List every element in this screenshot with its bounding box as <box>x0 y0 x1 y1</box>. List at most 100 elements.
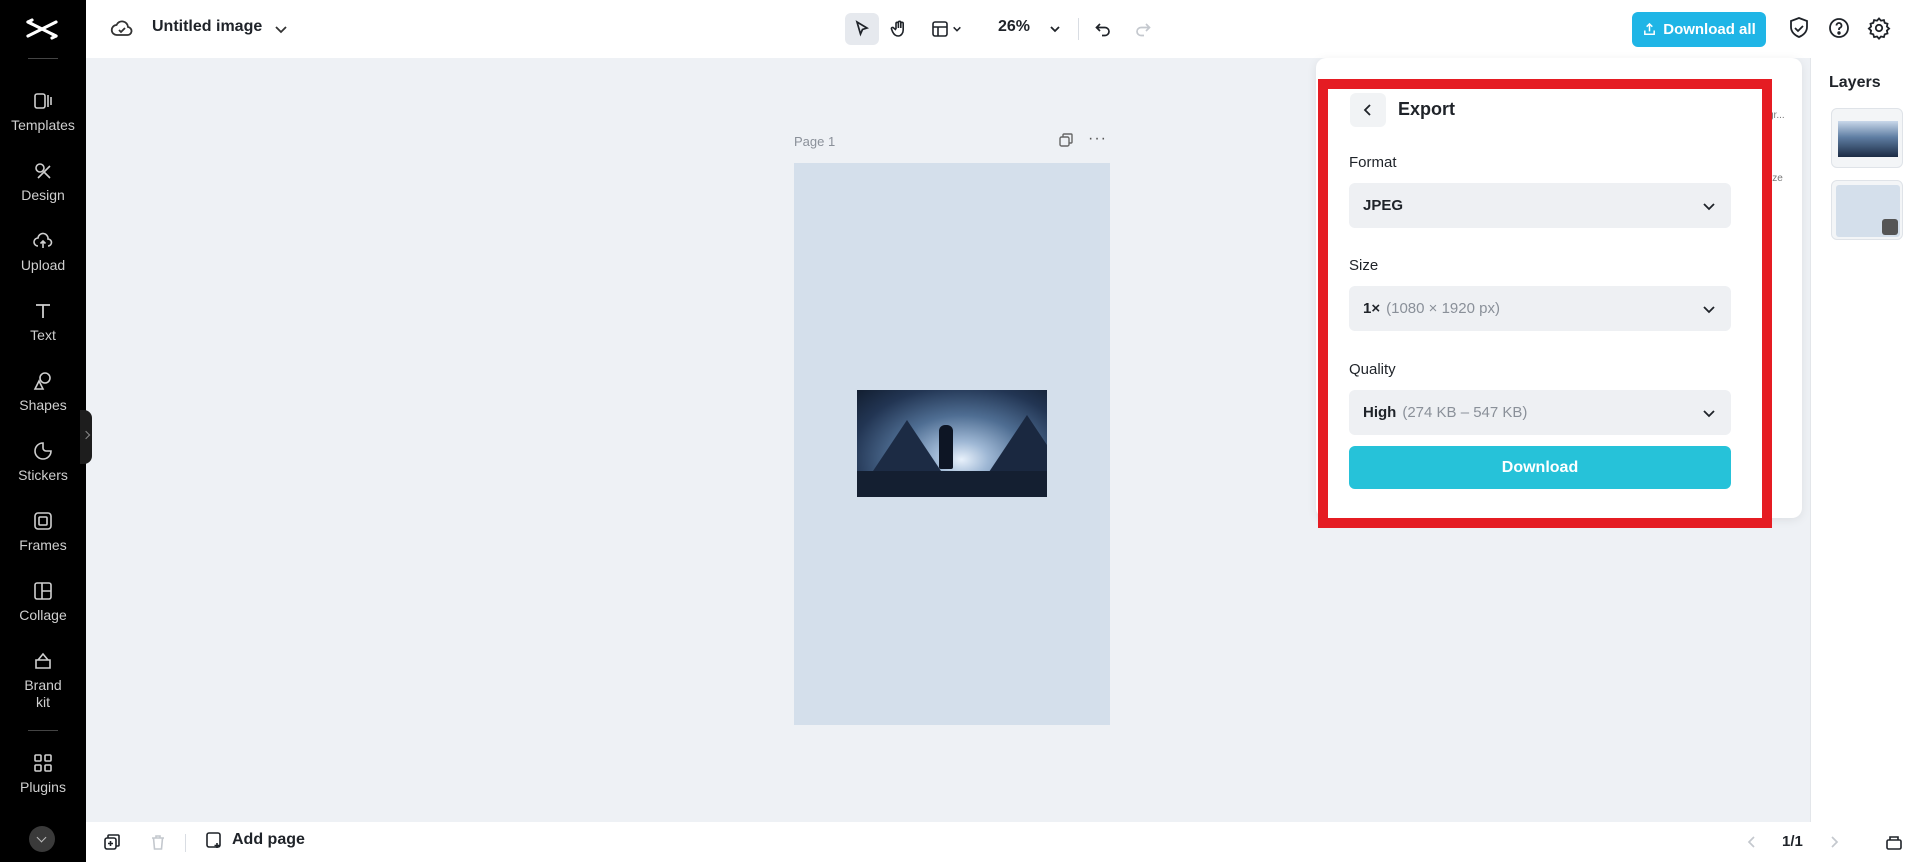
help-icon[interactable] <box>1826 15 1852 41</box>
sidebar-item-upload[interactable]: Upload <box>0 230 86 274</box>
layers-title: Layers <box>1829 74 1881 91</box>
cloud-sync-icon[interactable] <box>110 17 134 41</box>
download-button[interactable]: Download <box>1349 446 1731 489</box>
layout-tool-button[interactable] <box>922 13 970 45</box>
sidebar-item-label: Shapes <box>19 397 67 413</box>
previous-page-icon[interactable] <box>1742 832 1762 852</box>
layer-photo-preview <box>1838 121 1898 157</box>
sidebar-item-design[interactable]: Design <box>0 160 86 204</box>
upload-cloud-icon <box>32 230 54 252</box>
capcut-logo[interactable] <box>24 14 60 44</box>
quality-label: Quality <box>1349 361 1396 378</box>
sidebar-item-label: Collage <box>19 607 67 623</box>
duplicate-page-icon[interactable] <box>102 832 122 852</box>
brand-kit-icon <box>32 650 54 672</box>
chevron-left-icon <box>1363 104 1371 116</box>
photo-hiker-silhouette <box>939 425 953 469</box>
sidebar-divider <box>28 58 58 59</box>
share-upload-icon <box>1644 22 1656 35</box>
redo-button[interactable] <box>1126 13 1160 45</box>
chevron-down-icon <box>1703 410 1715 418</box>
plugins-icon <box>32 752 54 774</box>
bottom-divider <box>185 834 186 852</box>
chevron-down-icon <box>1050 26 1060 33</box>
text-icon <box>32 300 54 322</box>
sidebar-item-label: Templates <box>11 117 75 133</box>
layer-background-thumbnail[interactable] <box>1831 180 1903 240</box>
photo-ground <box>857 471 1047 497</box>
quality-select[interactable]: High (274 KB – 547 KB) <box>1349 390 1731 435</box>
design-icon <box>32 160 54 182</box>
account-menu-button[interactable] <box>29 826 55 852</box>
top-bar: Untitled image 26% Download all <box>86 0 1918 58</box>
sidebar-item-shapes[interactable]: Shapes <box>0 370 86 414</box>
download-all-button[interactable]: Download all <box>1632 12 1766 47</box>
page-more-options-icon[interactable]: ··· <box>1088 130 1107 148</box>
shield-check-icon[interactable] <box>1786 15 1812 41</box>
frames-icon <box>32 510 54 532</box>
quality-value: High <box>1363 404 1397 421</box>
sidebar-item-label: Plugins <box>20 779 66 795</box>
next-page-icon[interactable] <box>1824 832 1844 852</box>
format-value: JPEG <box>1363 197 1404 214</box>
bottom-bar: Add page 1/1 <box>86 822 1918 862</box>
sidebar-item-frames[interactable]: Frames <box>0 510 86 554</box>
download-all-label: Download all <box>1663 21 1756 38</box>
chevron-down-icon <box>1703 203 1715 211</box>
templates-icon <box>32 90 54 112</box>
delete-page-icon[interactable] <box>148 832 168 852</box>
pointer-icon <box>855 20 870 37</box>
background-badge-icon <box>1882 219 1898 235</box>
document-title[interactable]: Untitled image <box>152 18 262 36</box>
sidebar-item-brand-kit[interactable]: Brand kit <box>0 650 86 711</box>
quality-detail: (274 KB – 547 KB) <box>1402 404 1528 421</box>
toolbar-divider <box>1078 18 1079 40</box>
chevron-down-icon[interactable] <box>272 20 290 38</box>
zoom-dropdown-button[interactable] <box>1044 13 1066 45</box>
sidebar-collapse-handle[interactable] <box>80 410 92 464</box>
format-label: Format <box>1349 154 1397 171</box>
sidebar-divider <box>28 730 58 731</box>
sidebar-item-label: Brand kit <box>24 677 62 710</box>
export-back-button[interactable] <box>1350 93 1386 127</box>
layout-icon <box>932 21 948 37</box>
sidebar-item-text[interactable]: Text <box>0 300 86 344</box>
select-tool-button[interactable] <box>845 13 879 45</box>
add-page-icon <box>206 832 221 848</box>
settings-gear-icon[interactable] <box>1866 15 1892 41</box>
export-title: Export <box>1398 99 1456 119</box>
chevron-down-icon <box>1703 306 1715 314</box>
sidebar-item-label: Text <box>30 327 56 343</box>
add-page-button[interactable]: Add page <box>204 830 305 850</box>
page-manager-icon[interactable] <box>1884 832 1904 852</box>
chevron-down-icon <box>953 26 961 32</box>
undo-button[interactable] <box>1086 13 1120 45</box>
size-detail: (1080 × 1920 px) <box>1386 300 1500 317</box>
zoom-level[interactable]: 26% <box>998 18 1030 36</box>
page-label: Page 1 <box>794 134 836 149</box>
hand-tool-button[interactable] <box>882 13 916 45</box>
collage-icon <box>32 580 54 602</box>
hand-icon <box>890 20 904 37</box>
sidebar-item-label: Upload <box>20 257 66 273</box>
canvas-photo-element[interactable] <box>857 390 1047 497</box>
layer-photo-thumbnail[interactable] <box>1831 108 1903 168</box>
add-page-label: Add page <box>232 831 305 848</box>
sidebar-item-templates[interactable]: Templates <box>0 90 86 134</box>
sidebar-item-label: Frames <box>19 537 67 553</box>
size-value: 1× <box>1363 300 1381 317</box>
format-select[interactable]: JPEG <box>1349 183 1731 228</box>
sidebar-item-collage[interactable]: Collage <box>0 580 86 624</box>
page-count: 1/1 <box>1782 833 1803 850</box>
undo-icon <box>1095 23 1110 37</box>
sidebar-item-stickers[interactable]: Stickers <box>0 440 86 484</box>
left-sidebar: Templates Design Upload Text Shapes Stic… <box>0 0 86 862</box>
redo-icon <box>1136 23 1151 37</box>
sidebar-item-label: Stickers <box>18 467 68 483</box>
duplicate-page-icon[interactable] <box>1058 132 1074 148</box>
shapes-icon <box>32 370 54 392</box>
sidebar-item-plugins[interactable]: Plugins <box>0 752 86 796</box>
sidebar-item-label: Design <box>21 187 65 203</box>
size-select[interactable]: 1× (1080 × 1920 px) <box>1349 286 1731 331</box>
size-label: Size <box>1349 257 1379 274</box>
